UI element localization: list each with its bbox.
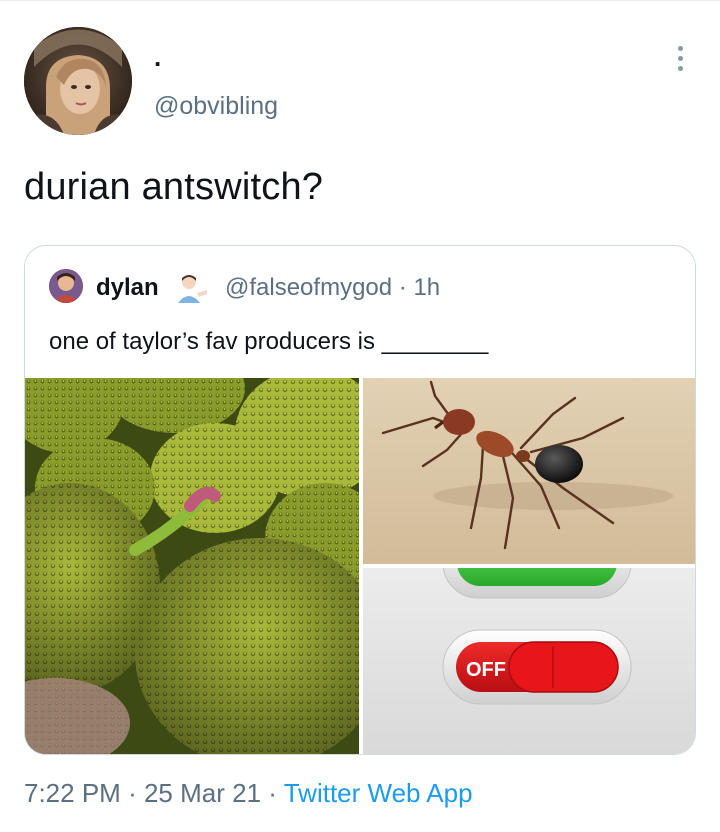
durian-photo[interactable] [25,378,359,754]
quoted-author-avatar[interactable] [49,269,83,303]
tweet-meta: 7:22 PM · 25 Mar 21 · Twitter Web App [24,778,473,809]
meta-separator: · [128,778,137,808]
quoted-media-grid[interactable]: OFF [25,378,695,754]
quoted-tweet-card[interactable]: dylan @falseofmygod · 1h one of taylor’s… [24,245,696,755]
author-display-name[interactable]: . [154,42,161,73]
tweet-date[interactable]: 25 Mar 21 [144,778,261,808]
quoted-author-name[interactable]: dylan [96,274,159,302]
quoted-tweet-text: one of taylor’s fav producers is _______… [49,328,489,355]
off-switch-photo[interactable]: OFF [363,568,695,754]
author-handle[interactable]: @obvibling [154,92,278,121]
man-tipping-hand-icon [175,273,209,303]
switch-off-label: OFF [466,659,506,681]
tweet-time[interactable]: 7:22 PM [24,778,121,808]
tweet-text: durian antswitch? [24,166,324,208]
quoted-handle-time[interactable]: @falseofmygod · 1h [225,274,440,302]
top-divider [0,0,720,1]
author-avatar[interactable] [24,27,132,135]
tweet-source-link[interactable]: Twitter Web App [284,778,473,808]
more-dots-icon [677,45,683,51]
meta-separator: · [268,778,277,808]
ant-photo[interactable] [363,378,695,564]
more-options-button[interactable] [664,40,696,76]
